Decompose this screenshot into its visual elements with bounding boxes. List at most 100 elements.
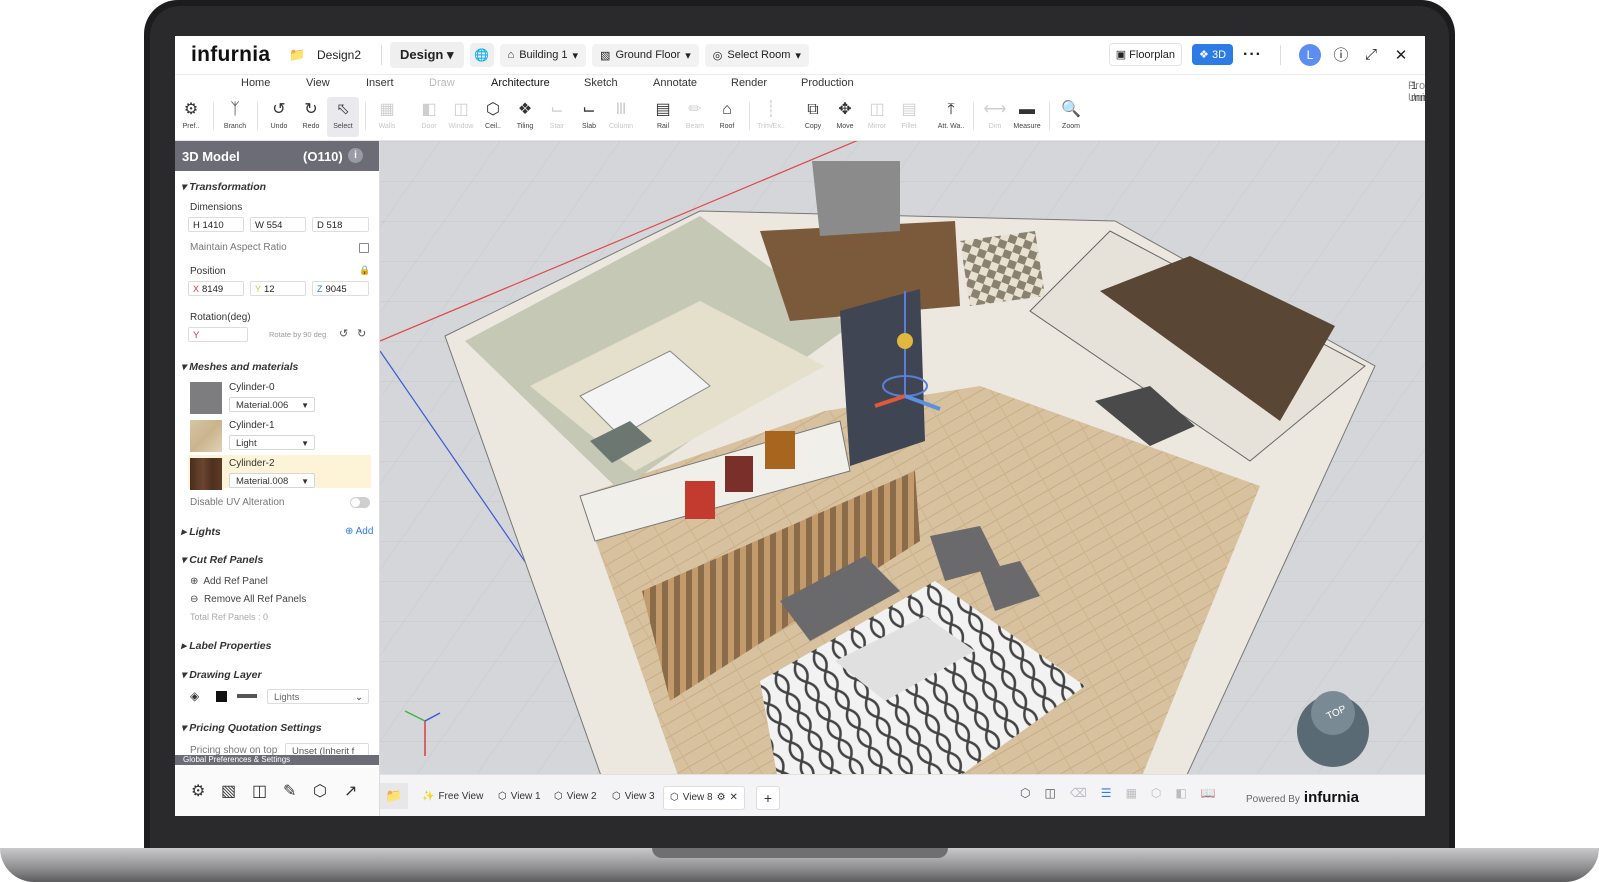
rail-button[interactable]: ▤ Rail bbox=[647, 97, 679, 137]
branch-button[interactable]: ᛉ Branch bbox=[219, 97, 251, 137]
window-button[interactable]: ◫ Window bbox=[445, 97, 477, 137]
global-preferences-bar[interactable]: Global Preferences & Settings bbox=[175, 755, 379, 765]
material-dropdown[interactable]: Material.006 ▼ bbox=[229, 397, 315, 412]
add-light-button[interactable]: ⊕ Add bbox=[345, 526, 373, 537]
width-field[interactable]: W 554 bbox=[250, 217, 306, 232]
tab-free-view[interactable]: ✨ Free View bbox=[416, 786, 489, 808]
cube-settings-icon[interactable]: ⬡ bbox=[313, 781, 327, 801]
selected-light[interactable] bbox=[897, 333, 913, 349]
tiling-button[interactable]: ❖ Tiling bbox=[509, 97, 541, 137]
tab-view-1[interactable]: ⬡ View 1 bbox=[492, 786, 547, 808]
close-icon[interactable]: ✕ bbox=[730, 787, 738, 809]
floor-dropdown[interactable]: ▧ Ground Floor ▾ bbox=[592, 43, 699, 67]
tab-render[interactable]: Render bbox=[731, 77, 767, 89]
tab-insert[interactable]: Insert bbox=[366, 77, 394, 89]
section-drawing-layer[interactable]: ▾ Drawing Layer bbox=[181, 669, 262, 681]
floorplan-button[interactable]: ▣ Floorplan bbox=[1108, 43, 1183, 66]
tab-view-3[interactable]: ⬡ View 3 bbox=[606, 786, 661, 808]
lock-icon[interactable]: 🔒 bbox=[359, 265, 370, 276]
globe-icon[interactable]: 🌐 bbox=[469, 43, 494, 67]
tab-architecture[interactable]: Architecture bbox=[491, 77, 550, 89]
view-3d-button[interactable]: ❖ 3D bbox=[1192, 44, 1234, 65]
tab-draw[interactable]: Draw bbox=[429, 77, 455, 89]
move-button[interactable]: ✥ Move bbox=[829, 97, 861, 137]
pen-icon[interactable]: ✎ bbox=[283, 781, 296, 801]
layer-color-swatch[interactable] bbox=[216, 691, 227, 702]
walls-button[interactable]: ▦ Walls bbox=[371, 97, 403, 137]
door-button[interactable]: ◧ Door bbox=[413, 97, 445, 137]
tab-view-2[interactable]: ⬡ View 2 bbox=[548, 786, 603, 808]
preferences-button[interactable]: ⚙ Pref.. bbox=[175, 97, 207, 137]
layers-icon[interactable]: ☰ bbox=[1101, 786, 1112, 800]
rotate-cw-icon[interactable]: ↻ bbox=[357, 327, 366, 340]
avatar[interactable]: L bbox=[1299, 43, 1321, 66]
section-transformation[interactable]: ▾ Transformation bbox=[181, 181, 266, 193]
attach-wall-button[interactable]: ⤒ Att. Wa.. bbox=[935, 97, 967, 137]
info-icon[interactable]: i bbox=[348, 148, 363, 163]
project-name[interactable]: Design2 bbox=[317, 48, 361, 62]
close-icon[interactable]: ✕ bbox=[1391, 46, 1411, 64]
gear-icon[interactable]: ⚙ bbox=[717, 787, 726, 809]
slab-button[interactable]: ⌙ Slab bbox=[573, 97, 605, 137]
3d-viewport[interactable]: TOP bbox=[380, 141, 1425, 816]
rotate-ccw-icon[interactable]: ↺ bbox=[339, 327, 348, 340]
remove-ref-panels-button[interactable]: ⊖ Remove All Ref Panels bbox=[190, 594, 306, 605]
column-button[interactable]: Ⅲ Column bbox=[605, 97, 637, 137]
section-meshes[interactable]: ▾ Meshes and materials bbox=[181, 361, 298, 373]
layer-dropdown[interactable]: Lights ⌄ bbox=[267, 689, 369, 704]
material-swatch[interactable] bbox=[190, 458, 222, 490]
eraser-icon[interactable]: ⌫ bbox=[1070, 786, 1087, 800]
position-x-field[interactable]: X 8149 bbox=[188, 281, 244, 296]
fillet-button[interactable]: ▤ Fillet bbox=[893, 97, 925, 137]
measure-button[interactable]: ▬ Measure bbox=[1011, 97, 1043, 137]
room-dropdown[interactable]: ◎ Select Room ▾ bbox=[704, 43, 809, 67]
iso-view-icon[interactable]: ◫ bbox=[1044, 786, 1055, 800]
book-icon[interactable]: 📖 bbox=[1201, 786, 1216, 800]
height-field[interactable]: H 1410 bbox=[188, 217, 244, 232]
ceiling-button[interactable]: ⬡ Ceil.. bbox=[477, 97, 509, 137]
fullscreen-icon[interactable]: ⤢ bbox=[1361, 46, 1381, 63]
rotation-field[interactable]: Y bbox=[188, 327, 248, 342]
roof-button[interactable]: ⌂ Roof bbox=[711, 97, 743, 137]
position-z-field[interactable]: Z 9045 bbox=[312, 281, 369, 296]
select-button[interactable]: ⬁ Select bbox=[327, 97, 359, 137]
tab-view-8[interactable]: ⬡ View 8 ⚙ ✕ bbox=[663, 786, 745, 810]
mode-dropdown[interactable]: Design ▾ bbox=[390, 42, 464, 68]
undo-button[interactable]: ↺ Undo bbox=[263, 97, 295, 137]
beam-button[interactable]: ✏ Beam bbox=[679, 97, 711, 137]
tab-view[interactable]: View bbox=[306, 77, 330, 89]
tab-production[interactable]: Production bbox=[801, 77, 854, 89]
add-ref-panel-button[interactable]: ⊕ Add Ref Panel bbox=[190, 576, 268, 587]
material-swatch[interactable] bbox=[190, 420, 222, 452]
aspect-ratio-checkbox[interactable] bbox=[359, 243, 369, 253]
redo-button[interactable]: ↻ Redo bbox=[295, 97, 327, 137]
tab-annotate[interactable]: Annotate bbox=[653, 77, 697, 89]
add-view-button[interactable]: + bbox=[756, 786, 780, 810]
uv-alteration-toggle[interactable] bbox=[350, 497, 370, 508]
position-y-field[interactable]: Y 12 bbox=[250, 281, 306, 296]
building-dropdown[interactable]: ⌂ Building 1 ▾ bbox=[499, 43, 587, 67]
material-dropdown[interactable]: Light ▼ bbox=[229, 435, 315, 450]
line-style-swatch[interactable] bbox=[237, 694, 257, 698]
folder-icon[interactable]: 📁 bbox=[289, 47, 309, 63]
trim-extend-button[interactable]: ┊ Trim/Ex.. bbox=[755, 97, 787, 137]
dimension-button[interactable]: ⟷ Dim bbox=[979, 97, 1011, 137]
material-swatch[interactable] bbox=[190, 382, 222, 414]
mirror-button[interactable]: ◫ Mirror bbox=[861, 97, 893, 137]
hatch-icon[interactable]: ▧ bbox=[221, 781, 236, 801]
box-icon[interactable]: ⬡ bbox=[1151, 786, 1161, 800]
grid-icon[interactable]: ▦ bbox=[1126, 786, 1137, 800]
help-icon[interactable]: ⓘ bbox=[1331, 44, 1351, 65]
tab-sketch[interactable]: Sketch bbox=[584, 77, 618, 89]
more-icon[interactable]: ··· bbox=[1243, 46, 1262, 64]
material-dropdown[interactable]: Material.008 ▼ bbox=[229, 473, 315, 488]
section-cut-ref-panels[interactable]: ▾ Cut Ref Panels bbox=[181, 554, 263, 566]
render-mode-icon[interactable]: ⬡ bbox=[1020, 786, 1030, 800]
section-label-properties[interactable]: ▸ Label Properties bbox=[181, 640, 271, 652]
stair-button[interactable]: ⌙ Stair bbox=[541, 97, 573, 137]
zoom-button[interactable]: 🔍 Zoom bbox=[1055, 97, 1087, 137]
tab-home[interactable]: Home bbox=[241, 77, 270, 89]
section-pricing[interactable]: ▾ Pricing Quotation Settings bbox=[181, 722, 322, 734]
sliders-icon[interactable]: ⚙ bbox=[191, 781, 205, 801]
export-icon[interactable]: ↗ bbox=[344, 781, 357, 801]
